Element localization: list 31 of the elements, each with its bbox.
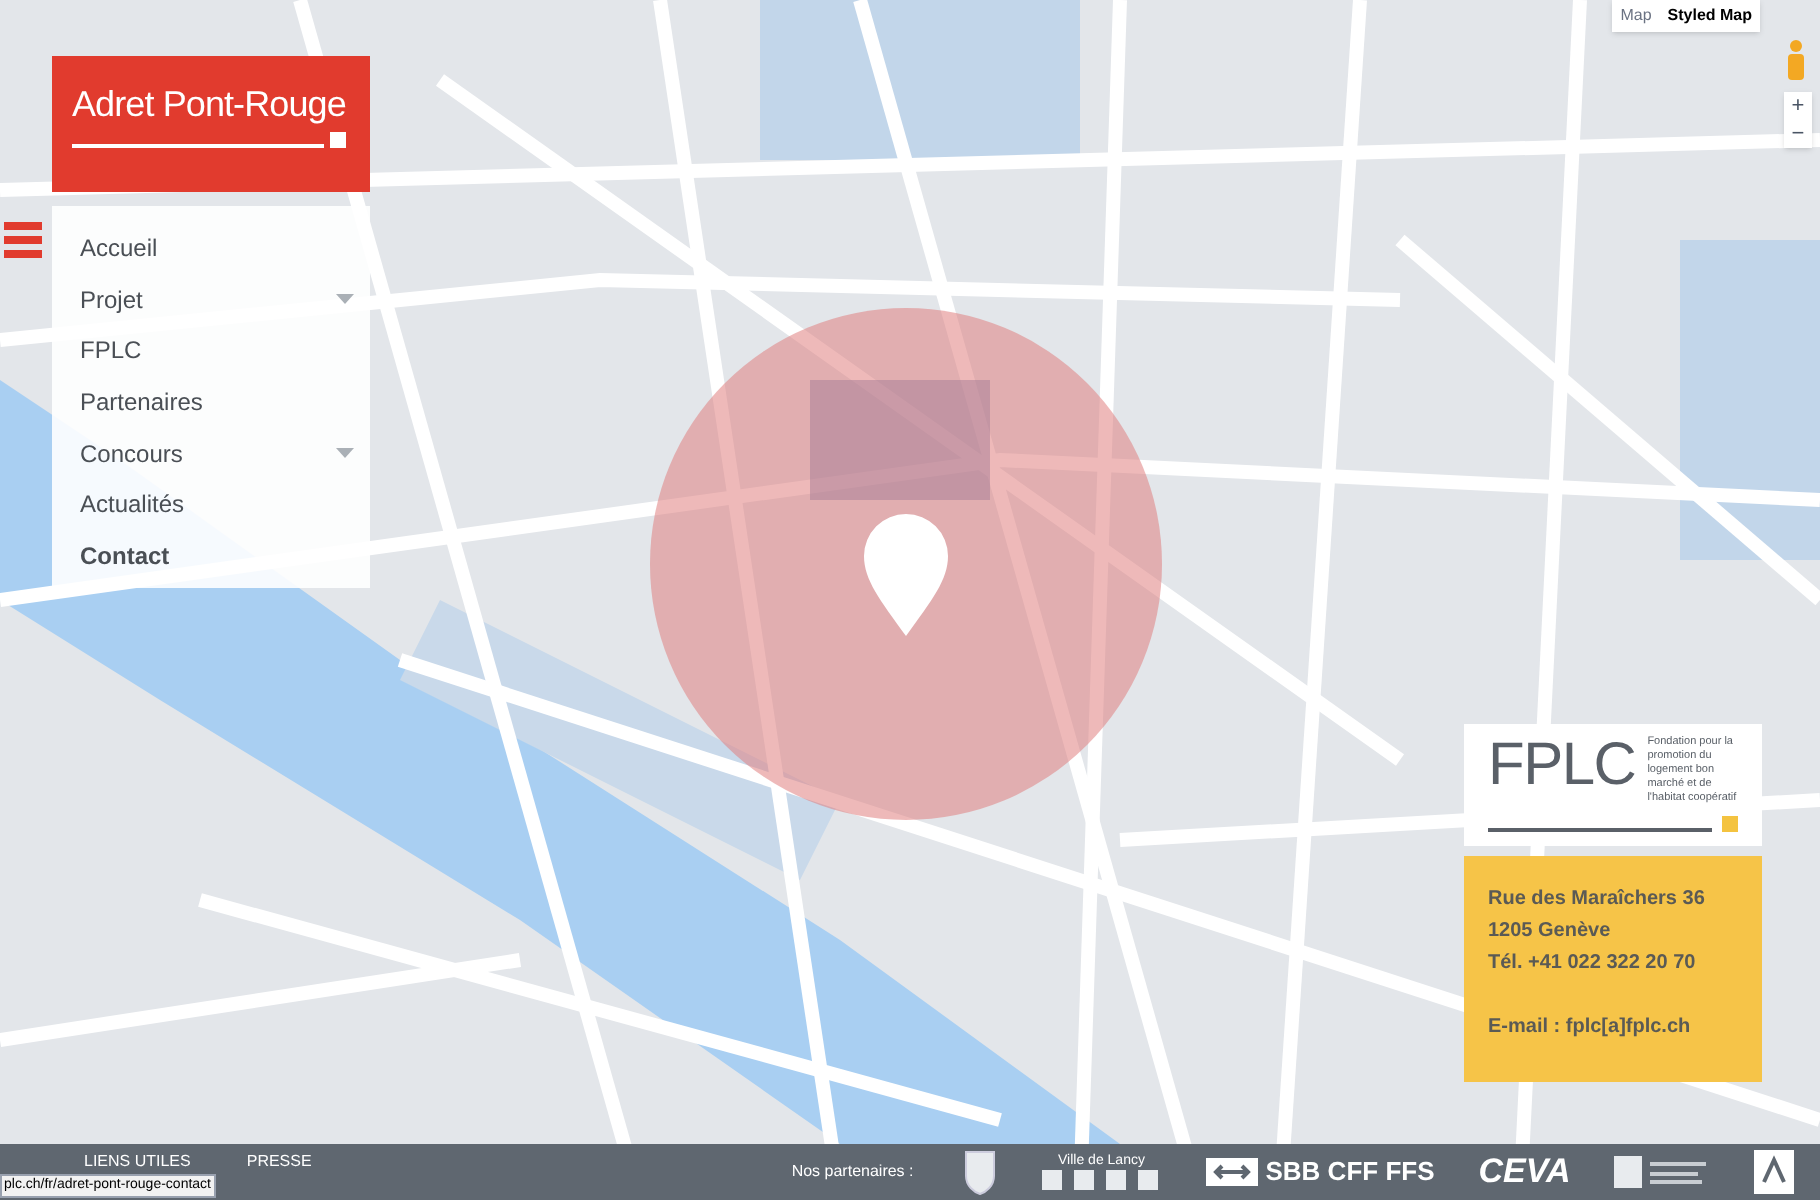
nav-item[interactable]: Concours	[52, 427, 370, 479]
logo-block-icon	[1614, 1156, 1711, 1188]
tile-logo-icon	[1041, 1167, 1162, 1191]
contact-email[interactable]: E-mail : fplc[a]fplc.ch	[1488, 1012, 1738, 1044]
nav-item[interactable]: Projet	[52, 273, 370, 325]
coat-of-arms-icon	[961, 1148, 998, 1196]
zoom-out-button[interactable]: −	[1784, 120, 1812, 148]
menu-icon[interactable]	[4, 222, 42, 258]
nav-item[interactable]: FPLC	[52, 324, 370, 377]
partners-label: Nos partenaires :	[791, 1160, 914, 1184]
footer-link[interactable]: PRESSE	[246, 1152, 312, 1172]
logo-badge-icon	[1754, 1150, 1795, 1194]
nav-item[interactable]: Contact	[52, 530, 370, 582]
footer-link[interactable]: LIENS UTILES	[84, 1152, 191, 1172]
fplc-square	[1722, 816, 1738, 832]
contact-line: 1205 Genève	[1488, 918, 1613, 946]
contact-line: Tél. +41 022 322 20 70	[1488, 950, 1698, 978]
partner-name: SBB CFF FFS	[1265, 1154, 1435, 1191]
partner-name: CEVA	[1478, 1150, 1571, 1195]
brand-logo[interactable]: Adret Pont-Rouge	[52, 56, 370, 192]
map-type-button[interactable]: Styled Map	[1659, 0, 1760, 32]
contact-line: Rue des Maraîchers 36	[1488, 886, 1707, 914]
nav-item[interactable]: Partenaires	[52, 376, 370, 428]
nav-item[interactable]: Actualités	[52, 478, 370, 531]
nav-item[interactable]: Accueil	[52, 222, 370, 274]
zoom-in-button[interactable]: +	[1784, 92, 1812, 120]
brand-square	[330, 132, 346, 148]
brand-title: Adret Pont-Rouge	[72, 82, 346, 128]
fplc-logo-text: FPLC	[1488, 736, 1636, 796]
map-type-button[interactable]: Map	[1612, 0, 1660, 32]
arrows-logo-icon	[1205, 1158, 1258, 1186]
